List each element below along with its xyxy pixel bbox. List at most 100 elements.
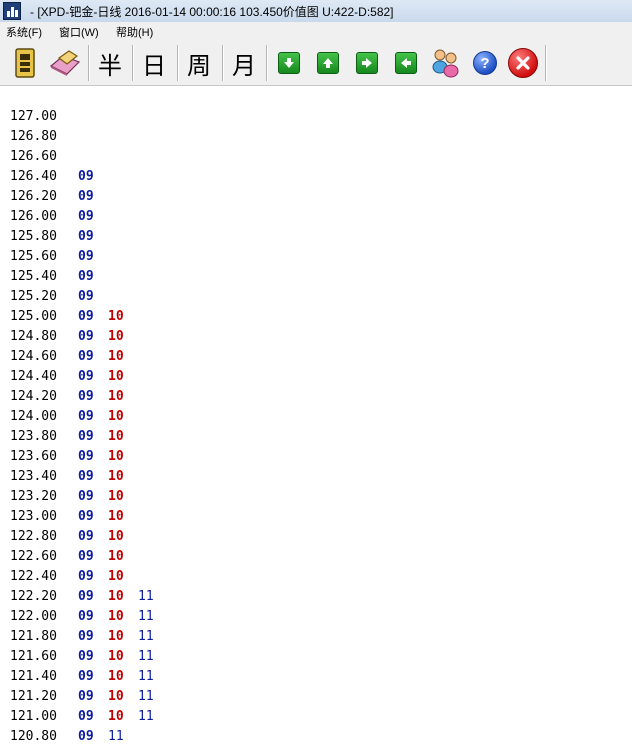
price-value-chart: 127.00 126.80 126.60 126.40 09 126.20 09 126.00… bbox=[0, 86, 632, 744]
price-label: 125.60 bbox=[10, 249, 57, 264]
users-icon bbox=[432, 49, 459, 78]
period-marker-09: 09 bbox=[78, 529, 94, 544]
price-label: 126.60 bbox=[10, 149, 57, 164]
app-icon[interactable] bbox=[3, 2, 21, 20]
move-right-button[interactable] bbox=[348, 45, 386, 81]
month-button[interactable]: 月 bbox=[225, 45, 263, 81]
period-marker-09: 09 bbox=[78, 629, 94, 644]
price-label: 122.80 bbox=[10, 529, 57, 544]
period-marker-10: 10 bbox=[108, 509, 124, 524]
price-label: 121.60 bbox=[10, 649, 57, 664]
price-label: 125.80 bbox=[10, 229, 57, 244]
period-marker-09: 09 bbox=[78, 249, 94, 264]
move-left-button[interactable] bbox=[387, 45, 425, 81]
period-marker-11: 11 bbox=[138, 709, 154, 724]
half-day-label: 半 bbox=[98, 51, 122, 80]
period-marker-11: 11 bbox=[138, 689, 154, 704]
period-marker-10: 10 bbox=[108, 529, 124, 544]
period-marker-09: 09 bbox=[78, 709, 94, 724]
period-marker-09: 09 bbox=[78, 569, 94, 584]
database-icon bbox=[15, 48, 35, 78]
price-label: 126.20 bbox=[10, 189, 57, 204]
arrow-left-icon bbox=[395, 52, 417, 74]
database-button[interactable] bbox=[6, 45, 44, 81]
period-marker-10: 10 bbox=[108, 349, 124, 364]
period-marker-10: 10 bbox=[108, 369, 124, 384]
period-marker-11: 11 bbox=[138, 589, 154, 604]
move-up-button[interactable] bbox=[309, 45, 347, 81]
price-label: 123.40 bbox=[10, 469, 57, 484]
close-icon bbox=[508, 48, 538, 78]
close-button[interactable] bbox=[504, 45, 542, 81]
price-label: 127.00 bbox=[10, 109, 57, 124]
period-marker-09: 09 bbox=[78, 689, 94, 704]
period-marker-09: 09 bbox=[78, 169, 94, 184]
price-label: 124.80 bbox=[10, 329, 57, 344]
period-marker-10: 10 bbox=[108, 629, 124, 644]
menu-window[interactable]: 窗口(W) bbox=[59, 24, 99, 40]
period-marker-10: 10 bbox=[108, 549, 124, 564]
period-marker-10: 10 bbox=[108, 569, 124, 584]
period-marker-09: 09 bbox=[78, 229, 94, 244]
price-label: 125.40 bbox=[10, 269, 57, 284]
half-day-button[interactable]: 半 bbox=[91, 45, 129, 81]
period-marker-11: 11 bbox=[138, 649, 154, 664]
period-marker-11: 11 bbox=[108, 729, 124, 744]
period-marker-10: 10 bbox=[108, 669, 124, 684]
period-marker-09: 09 bbox=[78, 449, 94, 464]
period-marker-09: 09 bbox=[78, 609, 94, 624]
period-marker-09: 09 bbox=[78, 209, 94, 224]
period-marker-09: 09 bbox=[78, 509, 94, 524]
period-marker-11: 11 bbox=[138, 629, 154, 644]
help-button[interactable]: ? bbox=[466, 45, 504, 81]
period-marker-09: 09 bbox=[78, 469, 94, 484]
period-marker-10: 10 bbox=[108, 489, 124, 504]
price-label: 121.40 bbox=[10, 669, 57, 684]
period-marker-10: 10 bbox=[108, 389, 124, 404]
period-marker-10: 10 bbox=[108, 689, 124, 704]
price-label: 123.20 bbox=[10, 489, 57, 504]
arrow-up-icon bbox=[317, 52, 339, 74]
price-label: 122.20 bbox=[10, 589, 57, 604]
period-marker-09: 09 bbox=[78, 669, 94, 684]
period-marker-09: 09 bbox=[78, 489, 94, 504]
period-marker-11: 11 bbox=[138, 669, 154, 684]
day-label: 日 bbox=[142, 51, 166, 80]
period-marker-09: 09 bbox=[78, 369, 94, 384]
week-label: 周 bbox=[187, 51, 211, 80]
price-label: 120.80 bbox=[10, 729, 57, 744]
price-label: 124.00 bbox=[10, 409, 57, 424]
toolbar: 半 日 周 月 ? bbox=[0, 41, 632, 86]
price-label: 124.40 bbox=[10, 369, 57, 384]
eraser-button[interactable] bbox=[46, 45, 84, 81]
day-button[interactable]: 日 bbox=[135, 45, 173, 81]
eraser-icon bbox=[49, 50, 81, 76]
menu-help[interactable]: 帮助(H) bbox=[116, 24, 153, 40]
price-label: 121.80 bbox=[10, 629, 57, 644]
period-marker-10: 10 bbox=[108, 609, 124, 624]
period-marker-10: 10 bbox=[108, 329, 124, 344]
period-marker-09: 09 bbox=[78, 189, 94, 204]
week-button[interactable]: 周 bbox=[180, 45, 218, 81]
period-marker-09: 09 bbox=[78, 549, 94, 564]
period-marker-09: 09 bbox=[78, 309, 94, 324]
period-marker-09: 09 bbox=[78, 389, 94, 404]
price-label: 124.60 bbox=[10, 349, 57, 364]
move-down-button[interactable] bbox=[270, 45, 308, 81]
help-icon: ? bbox=[473, 51, 497, 75]
arrow-right-icon bbox=[356, 52, 378, 74]
period-marker-11: 11 bbox=[138, 609, 154, 624]
users-button[interactable] bbox=[426, 45, 464, 81]
price-label: 121.00 bbox=[10, 709, 57, 724]
period-marker-09: 09 bbox=[78, 269, 94, 284]
price-label: 123.80 bbox=[10, 429, 57, 444]
period-marker-09: 09 bbox=[78, 589, 94, 604]
price-label: 122.00 bbox=[10, 609, 57, 624]
menu-system[interactable]: 系统(F) bbox=[6, 24, 42, 40]
price-label: 123.60 bbox=[10, 449, 57, 464]
period-marker-09: 09 bbox=[78, 729, 94, 744]
month-label: 月 bbox=[232, 51, 256, 80]
window-title: - [XPD-钯金-日线 2016-01-14 00:00:16 103.450… bbox=[30, 5, 394, 19]
period-marker-09: 09 bbox=[78, 289, 94, 304]
arrow-down-icon bbox=[278, 52, 300, 74]
